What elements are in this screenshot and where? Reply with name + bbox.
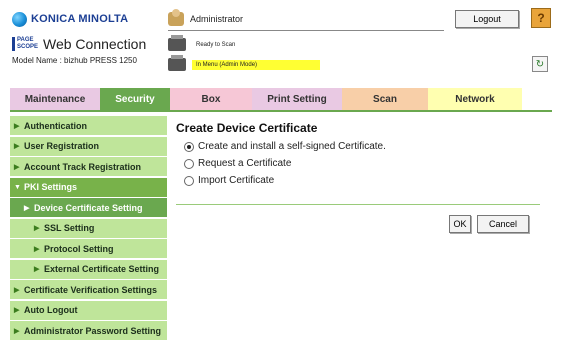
sidebar-item-external-certificate[interactable]: ▶ External Certificate Setting xyxy=(10,259,167,279)
header-divider xyxy=(168,30,444,31)
konica-minolta-logo: KONICA MINOLTA xyxy=(12,10,157,28)
sidebar-item-label: Certificate Verification Settings xyxy=(24,284,158,295)
sidebar-item-label: Protocol Setting xyxy=(44,243,114,254)
tab-maintenance[interactable]: Maintenance xyxy=(10,88,100,110)
logout-button[interactable]: Logout xyxy=(455,10,519,28)
brand-name: KONICA MINOLTA xyxy=(31,13,129,25)
printer-icon xyxy=(168,35,186,51)
tab-scan[interactable]: Scan xyxy=(342,88,428,110)
app-title: PAGE SCOPE Web Connection xyxy=(12,36,146,52)
sidebar-item-label: Administrator Password Setting xyxy=(24,325,162,336)
radio-button[interactable] xyxy=(184,175,194,186)
cancel-button[interactable]: Cancel xyxy=(477,215,529,233)
tab-security[interactable]: Security xyxy=(100,88,170,110)
sidebar-item-device-certificate[interactable]: ▶ Device Certificate Setting xyxy=(10,198,167,217)
radio-button[interactable] xyxy=(184,158,194,169)
chevron-down-icon: ▼ xyxy=(14,183,21,191)
chevron-right-icon: ▶ xyxy=(34,245,40,253)
chevron-right-icon: ▶ xyxy=(14,122,20,130)
status-ready: Ready to Scan xyxy=(168,35,239,51)
tab-network[interactable]: Network xyxy=(428,88,522,110)
sidebar-item-label: Authentication xyxy=(24,120,87,131)
chevron-right-icon: ▶ xyxy=(34,266,40,273)
status-menu: In Menu (Admin Mode) xyxy=(168,55,320,71)
sidebar-item-certificate-verification[interactable]: ▶ Certificate Verification Settings xyxy=(10,280,167,299)
tab-box[interactable]: Box xyxy=(170,88,252,110)
sidebar-item-admin-password[interactable]: ▶ Administrator Password Setting xyxy=(10,321,167,340)
sidebar-item-pki-settings[interactable]: ▼ PKI Settings xyxy=(10,177,167,197)
sidebar-item-label: Device Certificate Setting xyxy=(34,202,143,213)
option-label: Create and install a self-signed Certifi… xyxy=(198,141,386,152)
administrator-icon xyxy=(168,9,184,26)
sidebar-item-auto-logout[interactable]: ▶ Auto Logout xyxy=(10,300,167,320)
sidebar-item-label: Account Track Registration xyxy=(24,161,142,172)
chevron-right-icon: ▶ xyxy=(14,163,20,171)
sidebar-item-label: Auto Logout xyxy=(24,305,78,315)
option-label: Import Certificate xyxy=(198,175,275,186)
sidebar-item-user-registration[interactable]: ▶ User Registration xyxy=(10,136,167,156)
tab-underline xyxy=(10,110,552,112)
page-title: Create Device Certificate xyxy=(176,121,318,135)
chevron-right-icon: ▶ xyxy=(34,225,40,232)
radio-button[interactable] xyxy=(184,141,194,152)
chevron-right-icon: ▶ xyxy=(14,327,20,335)
sidebar-item-label: External Certificate Setting xyxy=(44,264,160,274)
sidebar-item-label: SSL Setting xyxy=(44,223,95,233)
status-ready-text: Ready to Scan xyxy=(196,41,236,48)
option-import-certificate[interactable]: Import Certificate xyxy=(184,175,274,186)
main-tabs: Maintenance Security Box Print Setting S… xyxy=(10,88,542,110)
model-name: Model Name : bizhub PRESS 1250 xyxy=(12,56,137,65)
sidebar-item-ssl-setting[interactable]: ▶ SSL Setting xyxy=(10,218,167,238)
sidebar-item-label: User Registration xyxy=(24,141,100,151)
sidebar-item-protocol-setting[interactable]: ▶ Protocol Setting xyxy=(10,239,167,258)
user-name: Administrator xyxy=(190,14,244,24)
chevron-right-icon: ▶ xyxy=(14,307,20,314)
option-self-signed[interactable]: Create and install a self-signed Certifi… xyxy=(184,141,386,152)
option-label: Request a Certificate xyxy=(198,158,292,169)
chevron-right-icon: ▶ xyxy=(24,204,30,212)
ok-button[interactable]: OK xyxy=(449,215,471,233)
app-title-text: Web Connection xyxy=(43,36,147,52)
globe-icon xyxy=(12,11,27,27)
chevron-right-icon: ▶ xyxy=(14,143,20,150)
sidebar: ▶ Authentication ▶ User Registration ▶ A… xyxy=(10,116,167,342)
help-button[interactable]: ? xyxy=(531,8,551,28)
sidebar-item-authentication[interactable]: ▶ Authentication xyxy=(10,116,167,135)
refresh-icon[interactable]: ↻ xyxy=(532,56,548,72)
printer-icon xyxy=(168,55,186,71)
sidebar-item-label: PKI Settings xyxy=(24,182,78,192)
tab-print-setting[interactable]: Print Setting xyxy=(252,88,342,110)
content-divider xyxy=(176,204,540,205)
sidebar-item-account-track[interactable]: ▶ Account Track Registration xyxy=(10,157,167,176)
status-menu-text: In Menu (Admin Mode) xyxy=(192,59,320,70)
user-row: Administrator xyxy=(168,9,244,26)
pagescope-logo: PAGE SCOPE xyxy=(12,37,39,51)
chevron-right-icon: ▶ xyxy=(14,286,20,294)
option-request-certificate[interactable]: Request a Certificate xyxy=(184,158,291,169)
